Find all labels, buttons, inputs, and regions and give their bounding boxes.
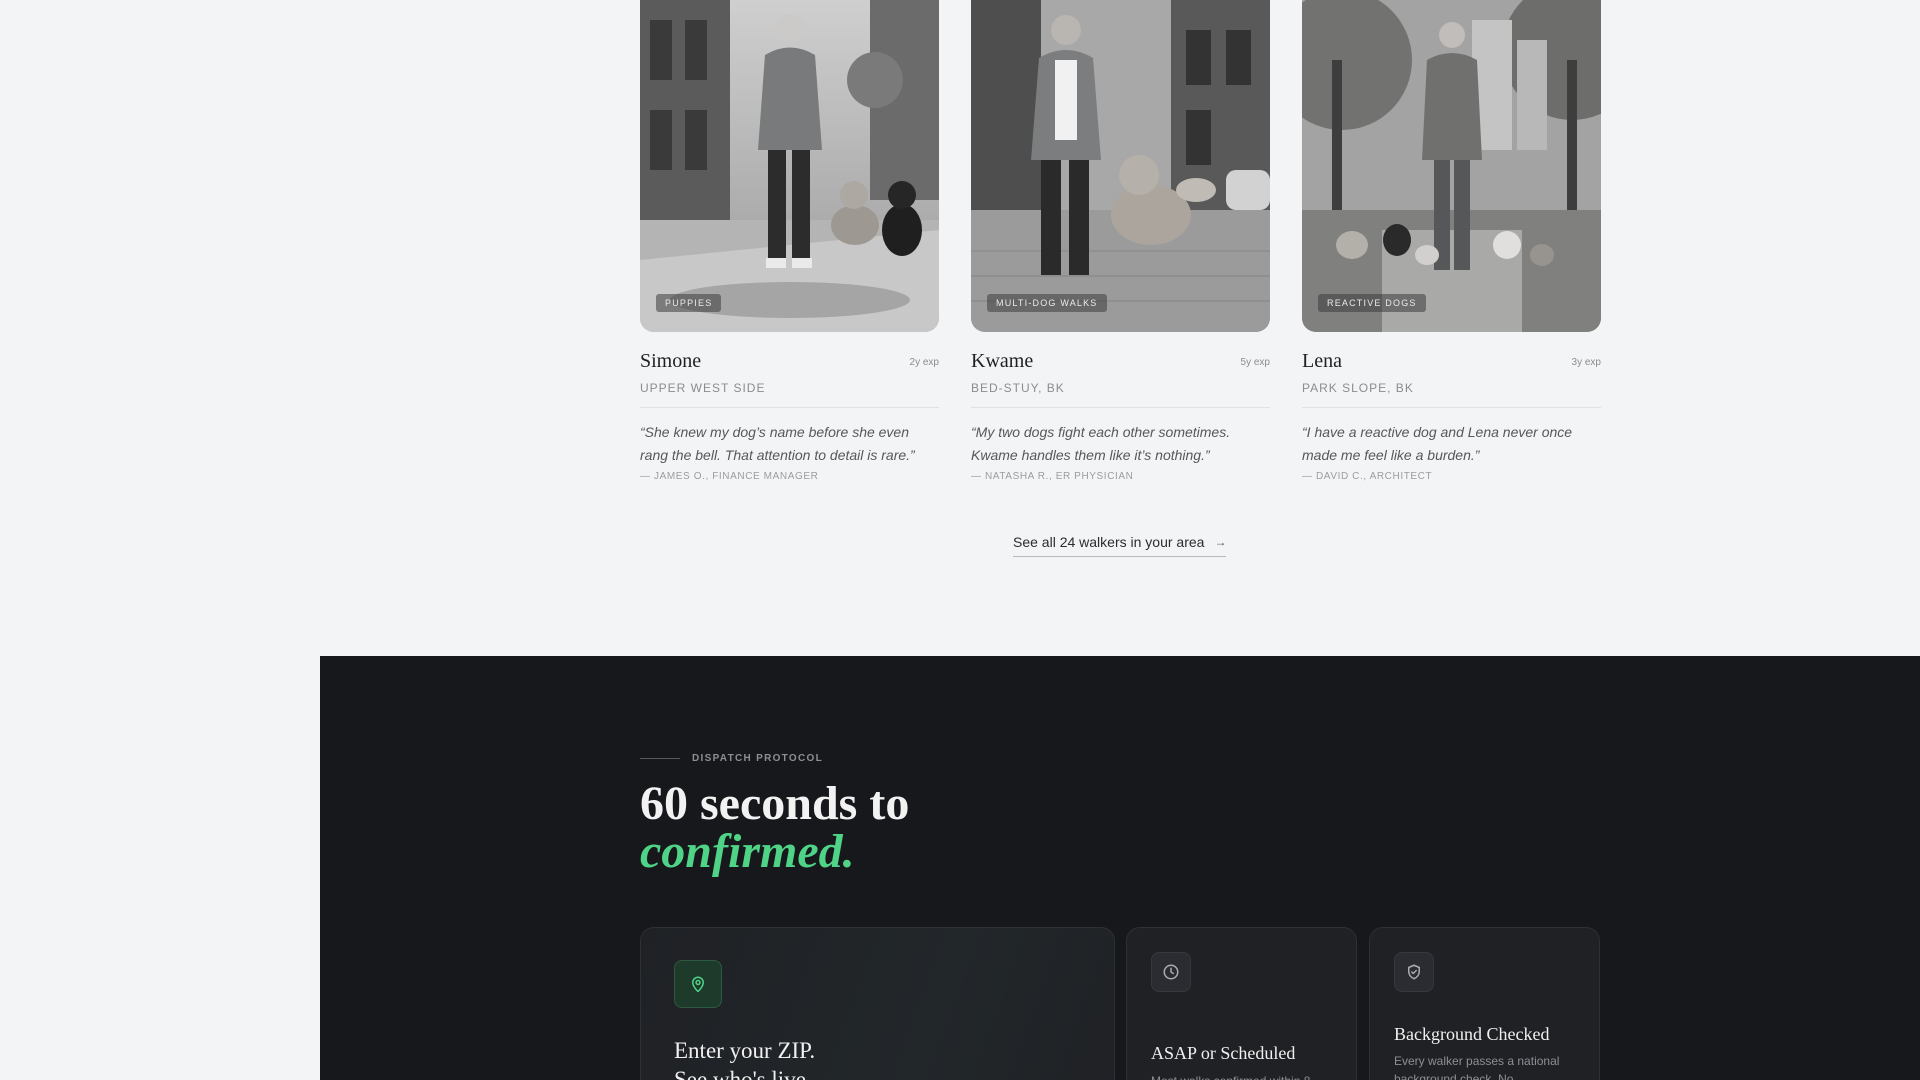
testimonial-quote: “I have a reactive dog and Lena never on… [1302, 424, 1573, 463]
experience-label: 5y exp [1240, 357, 1270, 368]
neighborhood-label: BED-STUY, BK [971, 381, 1065, 395]
eyebrow-label: DISPATCH PROTOCOL [692, 753, 823, 764]
divider [971, 407, 1270, 408]
testimonial-author: — DAVID C., ARCHITECT [1302, 471, 1433, 482]
feature-title: Background Checked [1394, 1024, 1550, 1044]
see-all-walkers-link[interactable]: See all 24 walkers in your area → [1013, 534, 1227, 557]
feature-title: ASAP or Scheduled [1151, 1043, 1296, 1063]
feature-description: Every walker passes a national backgroun… [1394, 1054, 1560, 1080]
walker-card-kwame[interactable]: MULTI-DOG WALKS Kwame 5y exp BED-STUY, B… [971, 0, 1270, 482]
experience-label: 3y exp [1571, 357, 1601, 368]
headline-accent: confirmed. [640, 825, 855, 878]
eyebrow-line [640, 758, 680, 759]
walker-photo-image [640, 0, 939, 332]
walker-card-simone[interactable]: PUPPIES Simone 2y exp UPPER WEST SIDE “S… [640, 0, 939, 482]
clock-icon [1151, 952, 1191, 992]
walker-name: Lena [1302, 350, 1342, 372]
testimonial-quote: “She knew my dog’s name before she even … [640, 424, 915, 463]
walker-photo: PUPPIES [640, 0, 939, 332]
section-headline: 60 seconds to confirmed. [640, 780, 909, 876]
walker-name: Simone [640, 350, 702, 372]
specialty-tag: REACTIVE DOGS [1318, 294, 1426, 312]
testimonial-author: — JAMES O., FINANCE MANAGER [640, 471, 819, 482]
dispatch-section: DISPATCH PROTOCOL 60 seconds to confirme… [320, 656, 1920, 1080]
feature-card-background[interactable]: Background Checked Every walker passes a… [1369, 927, 1600, 1080]
arrow-right-icon: → [1214, 535, 1227, 549]
feature-description: Most walks confirmed within 8 [1151, 1072, 1336, 1080]
testimonial-author: — NATASHA R., ER PHYSICIAN [971, 471, 1134, 482]
shield-check-icon [1394, 952, 1434, 992]
divider [640, 407, 939, 408]
map-pin-icon [674, 960, 722, 1008]
walker-photo-image [971, 0, 1270, 332]
neighborhood-label: PARK SLOPE, BK [1302, 381, 1414, 395]
section-eyebrow: DISPATCH PROTOCOL [640, 753, 823, 764]
divider [1302, 407, 1601, 408]
walker-card-lena[interactable]: REACTIVE DOGS Lena 3y exp PARK SLOPE, BK… [1302, 0, 1601, 482]
experience-label: 2y exp [909, 357, 939, 368]
neighborhood-label: UPPER WEST SIDE [640, 381, 766, 395]
walker-photo: MULTI-DOG WALKS [971, 0, 1270, 332]
walker-photo: REACTIVE DOGS [1302, 0, 1601, 332]
feature-title: Enter your ZIP. See who's live. [674, 1038, 816, 1080]
walkers-section: PUPPIES Simone 2y exp UPPER WEST SIDE “S… [0, 0, 1920, 656]
feature-card-zip[interactable]: Enter your ZIP. See who's live. [640, 927, 1115, 1080]
walker-name: Kwame [971, 350, 1034, 372]
specialty-tag: MULTI-DOG WALKS [987, 294, 1107, 312]
specialty-tag: PUPPIES [656, 294, 722, 312]
headline-text: 60 seconds to [640, 777, 910, 830]
testimonial-quote: “My two dogs fight each other sometimes.… [971, 424, 1231, 463]
walker-photo-image [1302, 0, 1601, 332]
feature-card-asap[interactable]: ASAP or Scheduled Most walks confirmed w… [1126, 927, 1357, 1080]
see-all-label: See all 24 walkers in your area [1013, 534, 1205, 550]
